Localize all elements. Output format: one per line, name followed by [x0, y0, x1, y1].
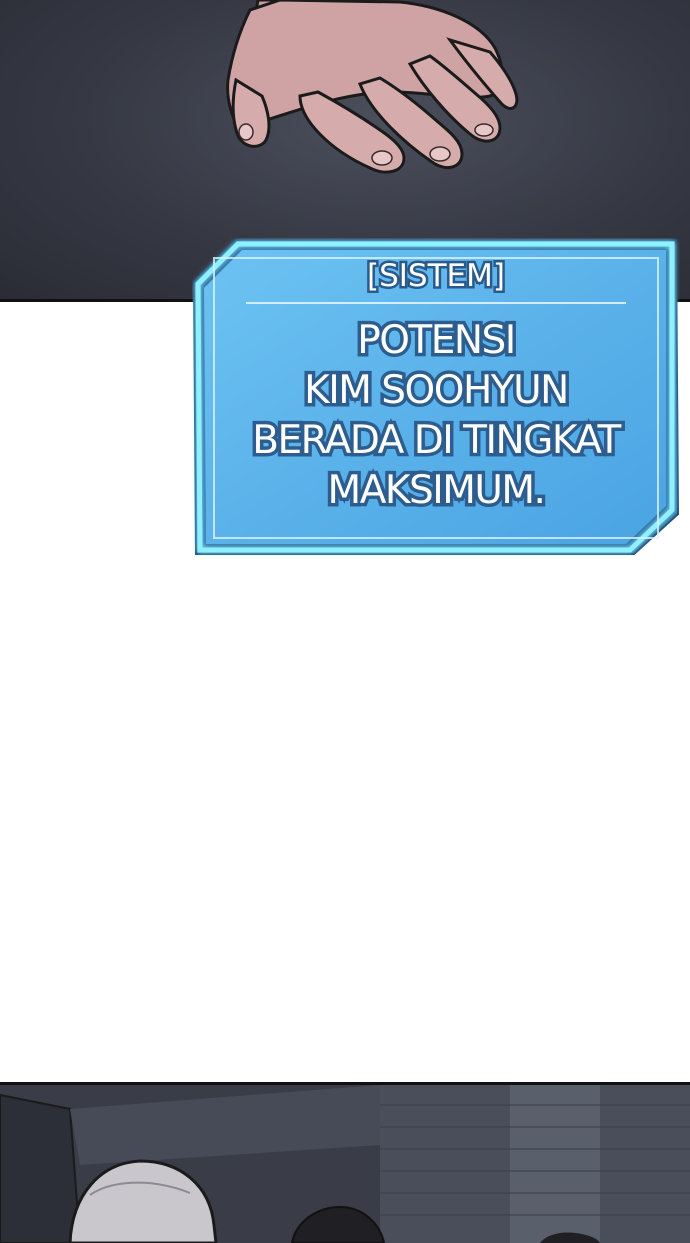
system-message-line-2: KIM SOOHYUN — [301, 365, 573, 417]
system-notification-box: [SISTEM] POTENSI KIM SOOHYUN BERADA DI T… — [192, 238, 680, 556]
system-header: [SISTEM] — [365, 256, 508, 297]
bottom-comic-panel — [0, 1082, 690, 1243]
system-message-line-3: BERADA DI TINGKAT — [249, 415, 625, 467]
system-divider — [246, 302, 626, 304]
system-box-content: [SISTEM] POTENSI KIM SOOHYUN BERADA DI T… — [212, 252, 660, 542]
system-message-line-4: MAKSIMUM. — [324, 465, 549, 517]
character-silhouette-illustration — [0, 1085, 690, 1243]
system-message-line-1: POTENSI — [354, 315, 520, 367]
